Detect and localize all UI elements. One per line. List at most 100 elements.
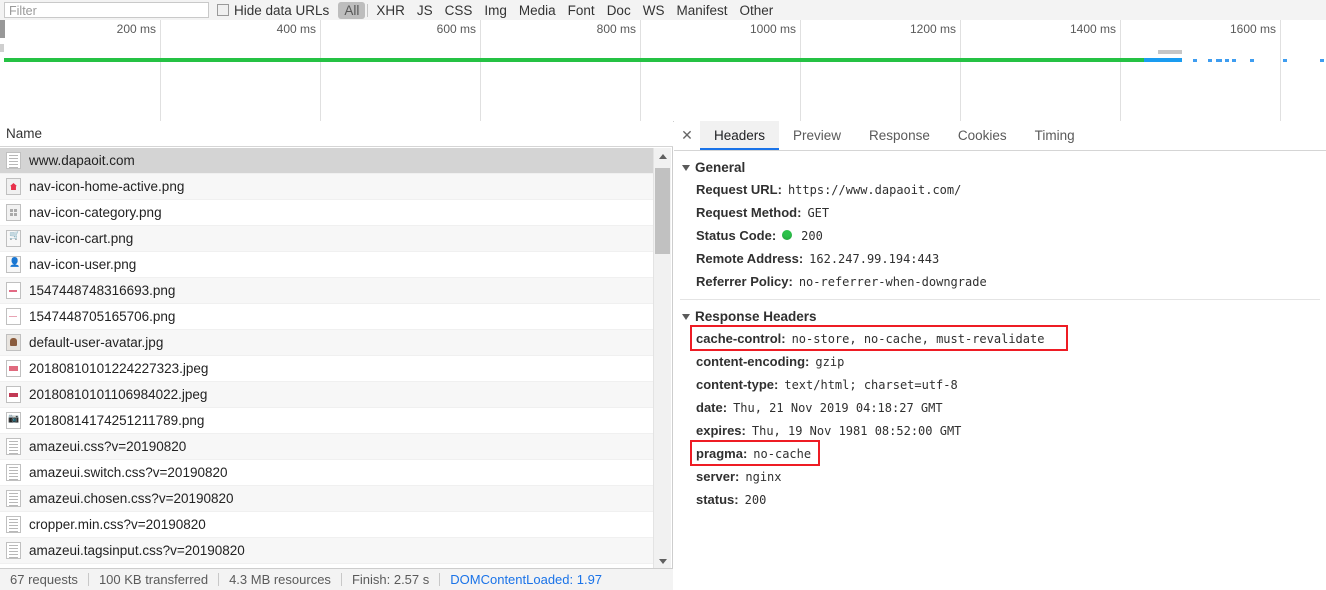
header-row: content-type: text/html; charset=utf-8 bbox=[674, 373, 1326, 396]
devtools-network-panel: Filter Hide data URLs All XHR JS CSS Img… bbox=[0, 0, 1326, 590]
timeline-start-marker-secondary bbox=[0, 44, 4, 52]
request-row[interactable]: amazeui.css?v=20190820 bbox=[0, 434, 655, 460]
timeline-gridline bbox=[800, 20, 801, 121]
status-requests: 67 requests bbox=[10, 572, 78, 587]
image-home-icon bbox=[6, 178, 21, 195]
filter-toolbar: Filter Hide data URLs All XHR JS CSS Img… bbox=[0, 0, 1326, 21]
document-lines bbox=[9, 545, 18, 558]
type-filter-all[interactable]: All bbox=[338, 1, 366, 19]
request-row[interactable]: nav-icon-cart.png bbox=[0, 226, 655, 252]
request-row[interactable]: amazeui.chosen.css?v=20190820 bbox=[0, 486, 655, 512]
request-name: default-user-avatar.jpg bbox=[29, 335, 164, 350]
request-list-scrollbar[interactable] bbox=[653, 148, 671, 570]
header-row: pragma: no-cache bbox=[674, 440, 1326, 466]
header-row: cache-control: no-store, no-cache, must-r… bbox=[674, 325, 1326, 351]
request-name: 1547448748316693.png bbox=[29, 283, 176, 298]
request-row[interactable]: nav-icon-home-active.png bbox=[0, 174, 655, 200]
scroll-up-arrow-icon[interactable] bbox=[654, 148, 671, 165]
network-status-bar: 67 requests 100 KB transferred 4.3 MB re… bbox=[0, 568, 673, 590]
type-filter-ws[interactable]: WS bbox=[637, 2, 671, 19]
image-cart-icon bbox=[6, 230, 21, 247]
request-row[interactable]: nav-icon-user.png bbox=[0, 252, 655, 278]
timeline-gridline bbox=[640, 20, 641, 121]
request-row[interactable]: 20180810101224227323.jpeg bbox=[0, 356, 655, 382]
timeline-tick-label: 1000 ms bbox=[749, 22, 796, 36]
image-avatar-icon bbox=[6, 334, 21, 351]
request-row[interactable]: 1547448705165706.png bbox=[0, 304, 655, 330]
column-header-name[interactable]: Name bbox=[0, 121, 673, 147]
request-row[interactable]: 1547448748316693.png bbox=[0, 278, 655, 304]
type-filter-font[interactable]: Font bbox=[562, 2, 601, 19]
tab-response[interactable]: Response bbox=[855, 121, 944, 150]
header-row: Request URL: https://www.dapaoit.com/ bbox=[674, 178, 1326, 201]
type-filter-css[interactable]: CSS bbox=[439, 2, 479, 19]
request-name: 1547448705165706.png bbox=[29, 309, 176, 324]
request-name: www.dapaoit.com bbox=[29, 153, 135, 168]
header-row: content-encoding: gzip bbox=[674, 350, 1326, 373]
filter-input[interactable]: Filter bbox=[4, 2, 209, 18]
document-icon bbox=[6, 464, 21, 481]
header-value: 200 bbox=[744, 493, 767, 507]
status-domcontentloaded: DOMContentLoaded: 1.97 bbox=[450, 572, 603, 587]
tab-preview[interactable]: Preview bbox=[779, 121, 855, 150]
request-name: amazeui.switch.css?v=20190820 bbox=[29, 465, 228, 480]
timeline-gridline bbox=[1280, 20, 1281, 121]
header-value: no-cache bbox=[753, 447, 812, 461]
timeline-tick-label: 400 ms bbox=[276, 22, 316, 36]
request-row[interactable]: nav-icon-category.png bbox=[0, 200, 655, 226]
tab-timing[interactable]: Timing bbox=[1021, 121, 1089, 150]
type-filter-manifest[interactable]: Manifest bbox=[670, 2, 733, 19]
request-row[interactable]: 20180814174251211789.png bbox=[0, 408, 655, 434]
request-row[interactable]: amazeui.switch.css?v=20190820 bbox=[0, 460, 655, 486]
timeline-gridline bbox=[480, 20, 481, 121]
scrollbar-thumb[interactable] bbox=[655, 168, 670, 254]
timeline-overview[interactable]: 200 ms 400 ms 600 ms 800 ms 1000 ms 1200 ms 14… bbox=[0, 20, 1326, 122]
type-filter-other[interactable]: Other bbox=[733, 2, 779, 19]
headers-content: General Request URL: https://www.dapaoit.… bbox=[674, 151, 1326, 590]
image-grid-icon bbox=[6, 204, 21, 221]
request-rows: www.dapaoit.com nav-icon-home-active.png n… bbox=[0, 148, 655, 570]
header-value: no-referrer-when-downgrade bbox=[798, 275, 987, 289]
request-details-pane: ✕ Headers Preview Response Cookies Timin… bbox=[674, 121, 1326, 590]
type-filter-js[interactable]: JS bbox=[411, 2, 439, 19]
triangle-down-icon bbox=[682, 164, 690, 171]
document-lines bbox=[9, 493, 18, 506]
triangle-down-icon bbox=[682, 313, 690, 320]
timeline-gridline bbox=[320, 20, 321, 121]
timeline-request-dot bbox=[1283, 59, 1287, 62]
timeline-tick-label: 800 ms bbox=[596, 22, 636, 36]
request-name: nav-icon-category.png bbox=[29, 205, 162, 220]
header-value: https://www.dapaoit.com/ bbox=[787, 183, 962, 197]
type-filter-doc[interactable]: Doc bbox=[601, 2, 637, 19]
header-key: date: bbox=[696, 400, 728, 415]
request-name: nav-icon-home-active.png bbox=[29, 179, 185, 194]
timeline-gridline bbox=[960, 20, 961, 121]
type-filter-xhr[interactable]: XHR bbox=[370, 2, 411, 19]
response-headers-section-header[interactable]: Response Headers bbox=[674, 306, 1326, 327]
request-name: nav-icon-cart.png bbox=[29, 231, 134, 246]
request-row[interactable]: amazeui.tagsinput.css?v=20190820 bbox=[0, 538, 655, 564]
request-name: amazeui.tagsinput.css?v=20190820 bbox=[29, 543, 245, 558]
header-row: Referrer Policy: no-referrer-when-downgra… bbox=[674, 270, 1326, 293]
request-row[interactable]: www.dapaoit.com bbox=[0, 148, 655, 174]
request-name: nav-icon-user.png bbox=[29, 257, 137, 272]
request-name: cropper.min.css?v=20190820 bbox=[29, 517, 206, 532]
response-header-rows: cache-control: no-store, no-cache, must-r… bbox=[674, 325, 1326, 511]
type-filter-img[interactable]: Img bbox=[478, 2, 513, 19]
filter-divider bbox=[367, 3, 369, 17]
hide-data-urls-checkbox[interactable] bbox=[217, 4, 229, 16]
timeline-gridline bbox=[160, 20, 161, 121]
request-row[interactable]: default-user-avatar.jpg bbox=[0, 330, 655, 356]
header-row: Status Code: 200 bbox=[674, 224, 1326, 247]
tab-cookies[interactable]: Cookies bbox=[944, 121, 1021, 150]
header-row: status: 200 bbox=[674, 488, 1326, 511]
request-row[interactable]: 20180810101106984022.jpeg bbox=[0, 382, 655, 408]
close-icon[interactable]: ✕ bbox=[674, 121, 700, 150]
type-filter-media[interactable]: Media bbox=[513, 2, 562, 19]
request-row[interactable]: cropper.min.css?v=20190820 bbox=[0, 512, 655, 538]
general-section-header[interactable]: General bbox=[674, 157, 1326, 178]
hide-data-urls-control[interactable]: Hide data URLs bbox=[217, 3, 329, 18]
header-value: gzip bbox=[815, 355, 845, 369]
tab-headers[interactable]: Headers bbox=[700, 121, 780, 150]
general-section-title: General bbox=[695, 160, 746, 175]
